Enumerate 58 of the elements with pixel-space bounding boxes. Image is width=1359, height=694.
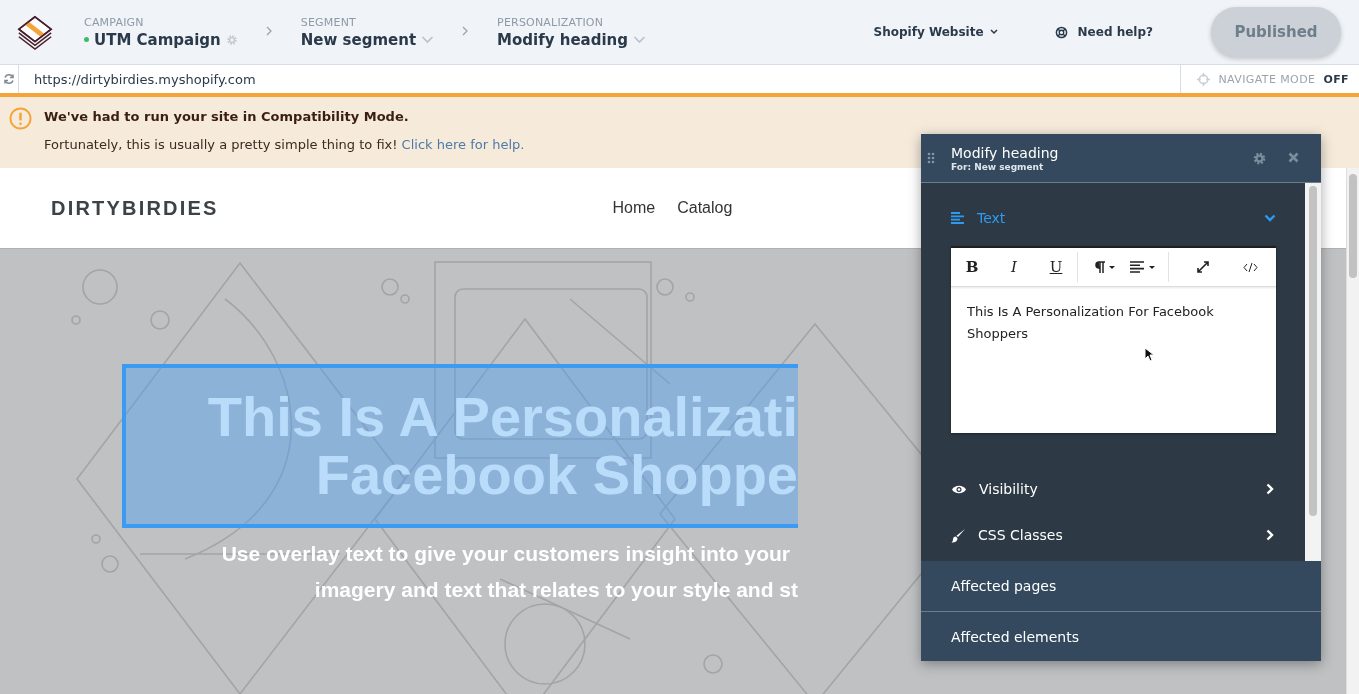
panel-footer-item[interactable]: Affected pages [921, 561, 1321, 611]
italic-button[interactable]: I [993, 258, 1035, 276]
underline-button[interactable]: U [1035, 258, 1077, 276]
panel-title: Modify heading [951, 144, 1060, 162]
paragraph-format-icon[interactable] [1094, 261, 1116, 273]
navigate-mode-label: NAVIGATE MODE [1218, 72, 1316, 86]
site-menu[interactable]: Shopify Website [873, 25, 999, 39]
breadcrumb-value[interactable]: New segment [300, 30, 417, 49]
banner-message: Fortunately, this is usually a pretty simple thing to fix! Click here for help. [44, 137, 525, 152]
paintbrush-icon [951, 527, 966, 543]
nav-link[interactable]: Home [612, 199, 656, 217]
site-logo[interactable]: DIRTYBIRDIES [51, 196, 219, 220]
bold-button[interactable]: B [951, 258, 993, 276]
chevron-down-icon[interactable] [632, 35, 646, 44]
chevron-down-icon [1264, 212, 1276, 224]
nav-link[interactable]: Catalog [677, 199, 733, 217]
warning-icon [9, 107, 32, 130]
page-scrollbar[interactable] [1346, 168, 1359, 694]
editor-text: This Is A Personalization For Facebook Shoppers [967, 303, 1215, 343]
breadcrumb-label: CAMPAIGN [84, 15, 145, 29]
status-dot [84, 37, 89, 42]
breadcrumb-value[interactable]: UTM Campaign [94, 30, 221, 49]
refresh-icon[interactable] [3, 73, 15, 85]
lifebuoy-icon [1054, 25, 1068, 39]
paragraph-lines-icon [951, 212, 965, 224]
crosshair-icon [1197, 72, 1211, 86]
hero-subtitle-line: Use overlay text to give your customers insight into your [221, 541, 790, 567]
help-link[interactable]: Need help? [1077, 25, 1153, 39]
panel-scrollbar[interactable] [1305, 183, 1321, 561]
banner-title: We've had to run your site in Compatibility Mode. [44, 109, 410, 124]
hero-heading-line: Facebook Shoppe [315, 446, 798, 504]
logo-icon [16, 13, 54, 51]
chevron-right-icon [1264, 529, 1276, 541]
eye-icon [951, 483, 967, 495]
panel-subtitle: For: New segment [951, 161, 1045, 172]
settings-icon[interactable] [225, 33, 238, 46]
drag-handle-icon[interactable] [927, 152, 935, 164]
align-icon[interactable] [1130, 261, 1156, 273]
settings-icon[interactable] [1253, 151, 1266, 165]
panel-section-header[interactable]: CSS Classes [951, 512, 1276, 558]
chevron-right-icon [1264, 483, 1276, 495]
close-icon[interactable] [1288, 151, 1299, 163]
navigate-mode-toggle[interactable]: OFF [1323, 72, 1349, 86]
breadcrumb-label: SEGMENT [300, 15, 357, 29]
fullscreen-icon[interactable] [1197, 261, 1209, 273]
code-view-icon[interactable] [1243, 261, 1258, 273]
help-link[interactable]: Click here for help. [401, 137, 525, 152]
mouse-cursor-icon [1144, 347, 1154, 362]
panel-footer-item[interactable]: Affected elements [921, 611, 1321, 661]
url-field[interactable]: https://dirtybirdies.myshopify.com [34, 71, 256, 87]
chevron-down-icon [988, 27, 999, 37]
hero-subtitle-line: imagery and text that relates to your style and st [314, 577, 798, 603]
rich-text-editor[interactable]: B I U This Is A Personalization For Facebook Shoppers [951, 246, 1276, 433]
breadcrumb-label: PERSONALIZATION [497, 15, 605, 29]
breadcrumb-value[interactable]: Modify heading [497, 30, 628, 49]
panel-section-header[interactable]: Visibility [951, 466, 1276, 512]
panel-section-header[interactable]: Text [951, 195, 1276, 241]
chevron-down-icon[interactable] [421, 35, 435, 44]
